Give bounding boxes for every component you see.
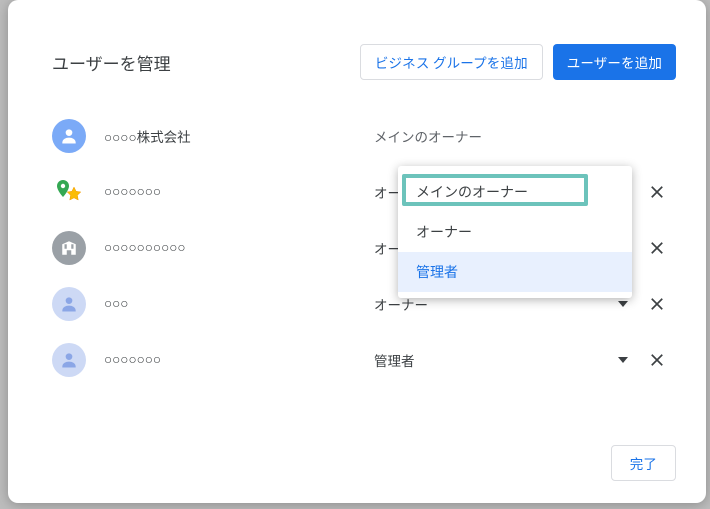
close-icon bbox=[648, 351, 666, 369]
dialog-title: ユーザーを管理 bbox=[52, 50, 360, 75]
avatar bbox=[52, 175, 86, 209]
user-row: ○○○○株式会社 メインのオーナー bbox=[8, 108, 706, 164]
chevron-down-icon bbox=[618, 357, 628, 363]
add-user-button[interactable]: ユーザーを追加 bbox=[553, 44, 676, 80]
person-icon bbox=[59, 126, 79, 146]
avatar bbox=[52, 231, 86, 265]
dialog-footer: 完了 bbox=[611, 445, 676, 481]
avatar bbox=[52, 119, 86, 153]
close-icon bbox=[648, 295, 666, 313]
user-row: ○○○○○○○ 管理者 bbox=[8, 332, 706, 388]
remove-user-button[interactable] bbox=[638, 183, 676, 201]
user-name: ○○○○○○○ bbox=[104, 184, 374, 200]
role-dropdown-trigger[interactable]: 管理者 bbox=[374, 350, 638, 370]
remove-user-button[interactable] bbox=[638, 239, 676, 257]
chevron-down-icon bbox=[618, 301, 628, 307]
person-icon bbox=[59, 350, 79, 370]
manage-users-dialog: ユーザーを管理 ビジネス グループを追加 ユーザーを追加 ○○○○株式会社 メイ… bbox=[8, 0, 706, 503]
avatar bbox=[52, 287, 86, 321]
person-icon bbox=[59, 294, 79, 314]
remove-user-button[interactable] bbox=[638, 351, 676, 369]
header-actions: ビジネス グループを追加 ユーザーを追加 bbox=[360, 44, 676, 80]
remove-user-button[interactable] bbox=[638, 295, 676, 313]
avatar bbox=[52, 343, 86, 377]
close-icon bbox=[648, 183, 666, 201]
add-business-group-button[interactable]: ビジネス グループを追加 bbox=[360, 44, 543, 80]
done-button[interactable]: 完了 bbox=[611, 445, 676, 481]
user-name: ○○○○○○○○○○ bbox=[104, 240, 374, 256]
user-name: ○○○○○○○ bbox=[104, 352, 374, 368]
close-icon bbox=[648, 239, 666, 257]
role-option-manager[interactable]: 管理者 bbox=[398, 252, 632, 292]
user-role-label: 管理者 bbox=[374, 350, 612, 370]
role-dropdown-menu: メインのオーナー オーナー 管理者 bbox=[398, 166, 632, 298]
role-option-primary-owner[interactable]: メインのオーナー bbox=[398, 172, 632, 212]
user-name: ○○○○株式会社 bbox=[104, 126, 374, 146]
building-icon bbox=[60, 239, 78, 257]
dialog-header: ユーザーを管理 ビジネス グループを追加 ユーザーを追加 bbox=[8, 0, 706, 80]
user-role-label: メインのオーナー bbox=[374, 126, 482, 146]
user-role-cell: メインのオーナー bbox=[374, 126, 638, 146]
user-role-cell: 管理者 bbox=[374, 350, 638, 370]
pin-star-icon bbox=[54, 177, 84, 207]
role-option-owner[interactable]: オーナー bbox=[398, 212, 632, 252]
user-name: ○○○ bbox=[104, 296, 374, 312]
